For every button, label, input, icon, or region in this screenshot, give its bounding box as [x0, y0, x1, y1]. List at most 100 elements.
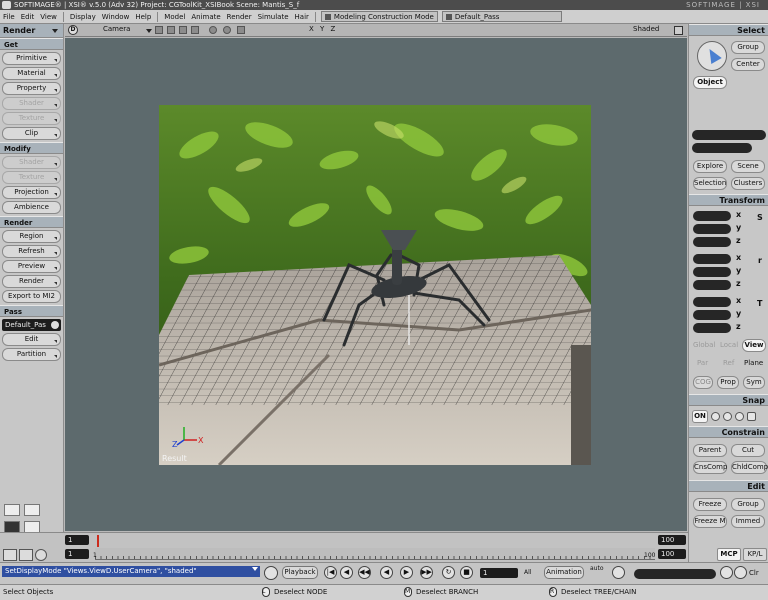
timeline-start-top-field[interactable]: 1 [65, 535, 89, 545]
cnscomp-button[interactable]: CnsComp [693, 461, 727, 474]
pass-picker-icon[interactable] [51, 321, 59, 329]
texture-button[interactable]: Texture [2, 112, 61, 125]
key-value-field[interactable] [634, 569, 716, 579]
command-line-field[interactable]: SetDisplayMode "Views.ViewD.UserCamera",… [2, 566, 260, 577]
select-tool-button[interactable] [697, 41, 727, 71]
constrain-header[interactable]: Constrain [689, 426, 768, 438]
edit-header[interactable]: Edit [689, 480, 768, 492]
snap-surface-icon[interactable] [747, 412, 756, 421]
timeline-end-top-field[interactable]: 100 [658, 535, 686, 545]
translate-z-field[interactable] [693, 323, 731, 333]
clear-button[interactable]: Clr [749, 569, 759, 577]
freeze-button[interactable]: Freeze [693, 498, 727, 511]
camera-dropdown[interactable]: Camera [103, 25, 130, 33]
key-icon[interactable] [612, 566, 625, 579]
object-select-button[interactable]: Object [693, 76, 727, 89]
script-editor-icon[interactable] [264, 566, 278, 580]
ref-plane-button[interactable]: Plane [744, 359, 763, 367]
current-frame-field[interactable]: 1 [480, 568, 518, 578]
scale-x-field[interactable] [693, 211, 731, 221]
camera-icon[interactable] [209, 26, 217, 34]
export-mi2-button[interactable]: Export to MI2 [2, 290, 61, 303]
key-set-icon[interactable] [720, 566, 733, 579]
animation-menu-button[interactable]: Animation [544, 566, 584, 579]
snap-header[interactable]: Snap [689, 394, 768, 406]
cut-button[interactable]: Cut [731, 444, 765, 457]
cog-button[interactable]: COG [693, 376, 713, 389]
maximize-icon[interactable] [674, 26, 683, 35]
preview-button[interactable]: Preview [2, 260, 61, 273]
scale-z-field[interactable] [693, 237, 731, 247]
modify-texture-button[interactable]: Texture [2, 171, 61, 184]
menu-help[interactable]: Help [132, 10, 154, 24]
property-button[interactable]: Property [2, 82, 61, 95]
layout-split-icon[interactable] [24, 504, 40, 516]
material-button[interactable]: Material [2, 67, 61, 80]
fast-forward-icon[interactable]: ▶▶ [420, 566, 433, 579]
parent-button[interactable]: Parent [693, 444, 727, 457]
timeline-playhead[interactable] [97, 535, 99, 547]
paw-icon[interactable] [35, 549, 47, 561]
section-modify-header[interactable]: Modify [0, 142, 63, 154]
pass-dropdown[interactable]: Default_Pass [441, 11, 562, 22]
timeline-ruler[interactable] [95, 548, 655, 560]
rotate-x-field[interactable] [693, 254, 731, 264]
timeline-start-field[interactable]: 1 [65, 549, 89, 559]
partition-button[interactable]: Partition [2, 348, 61, 361]
mode-simulate[interactable]: Simulate [255, 13, 292, 21]
frame-range-label[interactable]: All [524, 569, 531, 576]
rotate-z-field[interactable] [693, 280, 731, 290]
view-icon[interactable] [155, 26, 163, 34]
clip-button[interactable]: Clip [2, 127, 61, 140]
translate-mode-button[interactable]: T [757, 299, 762, 308]
mcp-tab[interactable]: MCP [717, 548, 741, 561]
menu-file[interactable]: File [0, 10, 18, 24]
axis-toggles[interactable]: X Y Z [309, 25, 337, 33]
select-header[interactable]: Select [689, 24, 768, 36]
refresh-button[interactable]: Refresh [2, 245, 61, 258]
view-icon[interactable] [191, 26, 199, 34]
render-button[interactable]: Render [2, 275, 61, 288]
key-remove-icon[interactable] [734, 566, 747, 579]
ref-ref-button[interactable]: Ref [723, 359, 734, 367]
scale-mode-button[interactable]: S [757, 213, 763, 222]
prop-button[interactable]: Prop [717, 376, 739, 389]
ref-par-button[interactable]: Par [697, 359, 708, 367]
toolbar-selector[interactable]: Render [0, 24, 63, 38]
loop-icon[interactable]: ↻ [442, 566, 455, 579]
clusters-button[interactable]: Clusters [731, 177, 765, 190]
snap-on-toggle[interactable]: ON [692, 410, 708, 423]
menu-window[interactable]: Window [99, 10, 133, 24]
layout-single-icon[interactable] [4, 504, 20, 516]
chevron-down-icon[interactable] [252, 567, 258, 571]
selection-button[interactable]: Selection [693, 177, 727, 190]
rotate-y-field[interactable] [693, 267, 731, 277]
translate-x-field[interactable] [693, 297, 731, 307]
immed-button[interactable]: Immed [731, 515, 765, 528]
mode-animate[interactable]: Animate [188, 13, 223, 21]
snap-curves-icon[interactable] [723, 412, 732, 421]
menu-edit[interactable]: Edit [18, 10, 38, 24]
first-frame-icon[interactable]: |◀ [324, 566, 337, 579]
viewport-menu-button[interactable]: D [68, 25, 78, 35]
shader-button[interactable]: Shader [2, 97, 61, 110]
section-render-header[interactable]: Render [0, 216, 63, 228]
menu-display[interactable]: Display [67, 10, 99, 24]
kpl-tab[interactable]: KP/L [743, 548, 767, 561]
ref-view-button[interactable]: View [742, 339, 766, 352]
play-icon[interactable]: ▶ [400, 566, 413, 579]
rewind-icon[interactable]: ◀◀ [358, 566, 371, 579]
timeline-end-field[interactable]: 100 [658, 549, 686, 559]
section-pass-header[interactable]: Pass [0, 305, 63, 317]
freeze-m-button[interactable]: Freeze M [693, 515, 727, 528]
eye-icon[interactable] [223, 26, 231, 34]
light-icon[interactable] [237, 26, 245, 34]
selection-filter-field[interactable] [692, 143, 752, 153]
ref-local-button[interactable]: Local [720, 341, 738, 349]
scale-y-field[interactable] [693, 224, 731, 234]
stop-icon[interactable]: ■ [460, 566, 473, 579]
scene-explorer-icon[interactable] [3, 549, 17, 561]
play-reverse-icon[interactable]: ◀ [380, 566, 393, 579]
view-icon[interactable] [167, 26, 175, 34]
primitive-button[interactable]: Primitive [2, 52, 61, 65]
